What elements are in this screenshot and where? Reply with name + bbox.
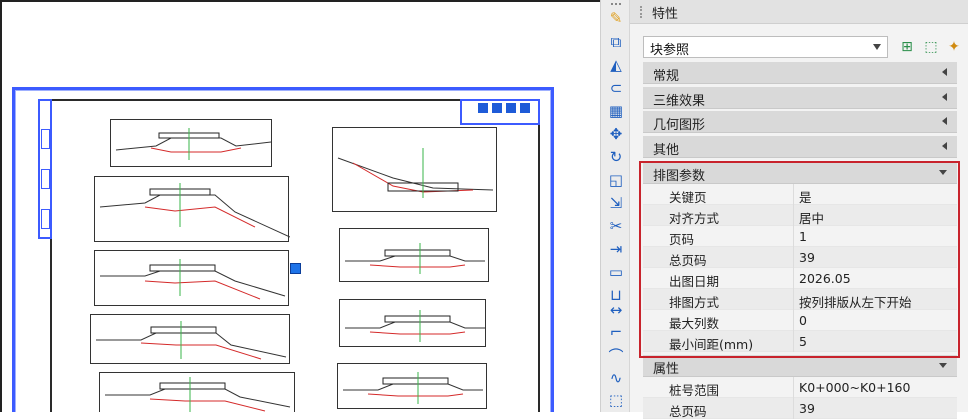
column-divider	[793, 377, 794, 398]
cross-section-drawing	[337, 363, 487, 409]
stretch-icon[interactable]: ⇲	[606, 193, 626, 213]
column-divider	[793, 398, 794, 419]
side-label-3	[41, 209, 50, 229]
drawing-canvas[interactable]	[0, 0, 600, 412]
modify-toolbar: ✎ ⧉ ◭ ⊂ ▦ ✥ ↻ ◱ ⇲ ✂ ⇥ ▭ ⊔ ↔ ⌐ ⌒ ∿ ⬚	[600, 0, 630, 412]
cross-section-drawing	[94, 250, 289, 306]
quick-select-icon[interactable]: ✦	[943, 36, 965, 58]
cross-section-drawing	[339, 299, 486, 347]
spline-icon[interactable]: ⌒	[606, 345, 626, 365]
explode-icon[interactable]: ⬚	[606, 390, 626, 410]
object-type-value: 块参照	[650, 43, 690, 58]
eraser-icon[interactable]: ✎	[606, 8, 626, 28]
cross-section-drawing	[332, 127, 497, 212]
scale-icon[interactable]: ◱	[606, 170, 626, 190]
toolbar-grip[interactable]	[611, 3, 621, 7]
chamfer-icon[interactable]: ⌐	[606, 322, 626, 342]
select-objects-icon[interactable]: ⬚	[920, 36, 942, 58]
category-3d-effects[interactable]: 三维效果	[643, 87, 957, 109]
property-key: 总页码	[669, 404, 707, 419]
side-label-2	[41, 169, 50, 189]
title-cell	[492, 103, 502, 113]
offset-icon[interactable]: ⊂	[606, 78, 626, 98]
collapse-arrow-icon	[942, 93, 947, 101]
block-grip-handle[interactable]	[290, 263, 301, 274]
cross-section-drawing	[110, 119, 272, 167]
category-label: 三维效果	[653, 94, 706, 109]
category-misc[interactable]: 其他	[643, 136, 957, 158]
move-icon[interactable]: ✥	[606, 124, 626, 144]
rotate-icon[interactable]: ↻	[606, 147, 626, 167]
title-cell	[520, 103, 530, 113]
property-row-station-range[interactable]: 桩号范围 K0+000~K0+160	[643, 377, 957, 398]
object-type-select[interactable]: 块参照	[643, 36, 888, 58]
toggle-pickadd-icon[interactable]: ⊞	[896, 36, 918, 58]
expand-arrow-icon	[939, 363, 947, 368]
category-label: 属性	[653, 362, 680, 377]
property-value[interactable]: 39	[799, 401, 815, 416]
mirror-icon[interactable]: ◭	[606, 55, 626, 75]
break-icon[interactable]: ▭	[606, 262, 626, 282]
array-icon[interactable]: ▦	[606, 101, 626, 121]
cross-section-drawing	[90, 314, 290, 364]
category-general[interactable]: 常规	[643, 62, 957, 84]
trim-icon[interactable]: ✂	[606, 216, 626, 236]
panel-title: 特性	[652, 7, 679, 22]
category-label: 常规	[653, 69, 680, 84]
chevron-down-icon	[873, 44, 881, 50]
panel-grip[interactable]	[640, 6, 643, 18]
category-attributes[interactable]: 属性	[643, 355, 957, 377]
property-value[interactable]: K0+000~K0+160	[799, 380, 910, 395]
panel-header[interactable]: 特性	[630, 0, 968, 24]
annotation-highlight-box	[639, 161, 960, 358]
cross-section-drawing	[94, 176, 290, 242]
title-cell	[506, 103, 516, 113]
property-row-total-pages-attr[interactable]: 总页码 39	[643, 398, 957, 419]
side-label-1	[41, 129, 50, 149]
category-geometry[interactable]: 几何图形	[643, 111, 957, 133]
cross-section-drawing	[339, 228, 489, 282]
title-cell	[478, 103, 488, 113]
cross-section-drawing	[99, 372, 295, 412]
copy-icon[interactable]: ⧉	[606, 32, 626, 52]
sheet-side-label-strip	[38, 99, 52, 239]
category-label: 其他	[653, 143, 680, 158]
category-label: 几何图形	[653, 118, 706, 133]
property-key: 桩号范围	[669, 383, 720, 398]
fillet-icon[interactable]: ↔	[606, 300, 626, 320]
collapse-arrow-icon	[942, 142, 947, 150]
polyline-icon[interactable]: ∿	[606, 368, 626, 388]
extend-icon[interactable]: ⇥	[606, 239, 626, 259]
collapse-arrow-icon	[942, 68, 947, 76]
sheet-title-block	[460, 99, 540, 125]
collapse-arrow-icon	[942, 117, 947, 125]
